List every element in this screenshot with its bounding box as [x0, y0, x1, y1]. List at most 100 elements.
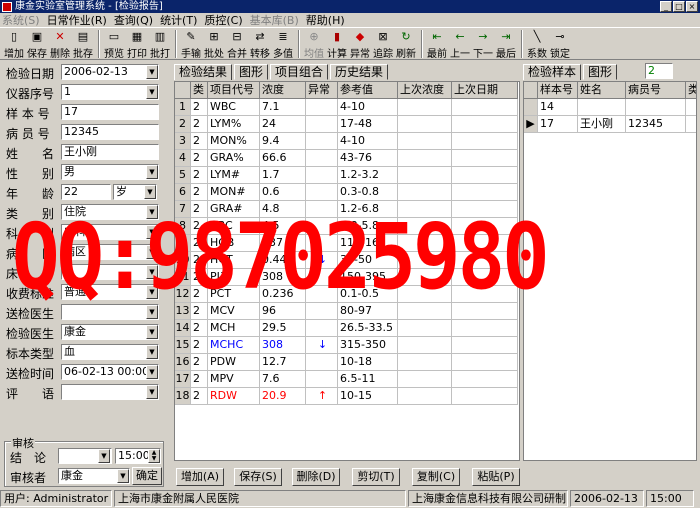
samples-header-cell[interactable]: 姓名 [578, 82, 626, 99]
grid-cell[interactable] [452, 99, 518, 116]
menu-item-3[interactable]: 统计(T) [160, 12, 197, 28]
grid-cell[interactable]: WBC [208, 99, 260, 116]
samples-cell[interactable] [686, 116, 696, 133]
chevron-down-icon[interactable]: ▼ [144, 185, 156, 199]
grid-cell[interactable] [306, 269, 338, 286]
close-button[interactable]: × [686, 1, 698, 12]
grid-cell[interactable]: 26.5-33.5 [338, 320, 398, 337]
grid-cell[interactable] [398, 201, 452, 218]
grid-cell[interactable] [306, 218, 338, 235]
menu-item-2[interactable]: 查询(Q) [114, 12, 153, 28]
grid-cell[interactable] [398, 337, 452, 354]
grid-cell[interactable] [452, 269, 518, 286]
toolbar-button-17[interactable]: ⇤ 最前 [426, 28, 448, 60]
grid-cell[interactable]: 6.5-11 [338, 371, 398, 388]
table-row[interactable]: 3 2 MON% 9.4 4-10 [175, 133, 519, 150]
grid-cell[interactable]: 2 [191, 218, 208, 235]
grid-cell[interactable]: 0.236 [260, 286, 306, 303]
samples-header-cell[interactable]: 样本号 [538, 82, 578, 99]
grid-cell[interactable] [398, 286, 452, 303]
samples-cell[interactable]: 14 [538, 99, 578, 116]
toolbar-button-16[interactable]: ↻ 刷新 [395, 28, 417, 60]
grid-cell[interactable]: 2 [191, 150, 208, 167]
table-row[interactable]: 9 2 HGB 137 110-165 [175, 235, 519, 252]
chevron-down-icon[interactable]: ▼ [146, 265, 158, 279]
grid-cell[interactable]: 0.445 [260, 252, 306, 269]
grid-cell[interactable]: 2 [191, 303, 208, 320]
grid-cell[interactable] [306, 150, 338, 167]
grid-cell[interactable] [306, 167, 338, 184]
toolbar-button-8[interactable]: ⊞ 批处 [203, 28, 225, 60]
grid-cell[interactable]: 2 [191, 116, 208, 133]
grid-cell[interactable] [306, 286, 338, 303]
grid-cell[interactable] [306, 201, 338, 218]
grid-cell[interactable]: PLT [208, 269, 260, 286]
chevron-down-icon[interactable]: ▼ [146, 205, 158, 219]
chevron-down-icon[interactable]: ▼ [146, 165, 158, 179]
toolbar-button-2[interactable]: ✕ 删除 [49, 28, 71, 60]
grid-cell[interactable]: 0.6 [260, 184, 306, 201]
grid-cell[interactable]: 24 [260, 116, 306, 133]
grid-cell[interactable] [398, 388, 452, 405]
grid-cell[interactable]: 2 [191, 201, 208, 218]
grid-cell[interactable] [398, 167, 452, 184]
confirm-button[interactable]: 确定 [132, 467, 162, 485]
grid-cell[interactable]: 2 [191, 133, 208, 150]
grid-cell[interactable]: 2 [191, 235, 208, 252]
date-field[interactable]: 2006-02-13 [61, 64, 159, 80]
samples-cell[interactable]: 17 [538, 116, 578, 133]
grid-cell[interactable]: 2 [191, 354, 208, 371]
grid-cell[interactable]: 80-97 [338, 303, 398, 320]
grid-cell[interactable]: LYM# [208, 167, 260, 184]
table-row[interactable]: 10 2 HCT 0.445 ↓ 35-50 [175, 252, 519, 269]
grid-cell[interactable]: 2 [191, 286, 208, 303]
tab-3[interactable]: 历史结果 [330, 64, 389, 80]
grid-cell[interactable] [452, 116, 518, 133]
toolbar-button-10[interactable]: ⇄ 转移 [249, 28, 271, 60]
samples-cell[interactable] [626, 99, 686, 116]
samples-header-cell[interactable]: 类 [686, 82, 696, 99]
grid-cell[interactable]: 3.8-5.8 [338, 218, 398, 235]
grid-cell[interactable] [452, 167, 518, 184]
grid-cell[interactable] [398, 133, 452, 150]
grid-cell[interactable]: 2 [191, 184, 208, 201]
grid-cell[interactable] [452, 235, 518, 252]
results-grid[interactable]: 类项目代号 浓度 异常 参考值 上次浓度 上次日期 1 2 WBC 7.1 4-10 2 2 LYM% 24… [174, 81, 520, 461]
grid-cell[interactable] [452, 218, 518, 235]
grid-cell[interactable]: HGB [208, 235, 260, 252]
grid-cell[interactable] [306, 354, 338, 371]
grid-cell[interactable]: 137 [260, 235, 306, 252]
grid-cell[interactable] [306, 235, 338, 252]
grid-cell[interactable] [306, 303, 338, 320]
grid-cell[interactable] [398, 303, 452, 320]
bottom-button-0[interactable]: 增加(A) [176, 468, 224, 486]
comment-field[interactable] [61, 384, 159, 400]
toolbar-button-21[interactable]: ╲ 系数 [526, 28, 548, 60]
toolbar-button-20[interactable]: ⇥ 最后 [495, 28, 517, 60]
grid-cell[interactable]: 4.5 [260, 218, 306, 235]
sample-tab-0[interactable]: 检验样本 [523, 64, 582, 80]
grid-cell[interactable]: MON# [208, 184, 260, 201]
grid-cell[interactable] [306, 99, 338, 116]
bottom-button-1[interactable]: 保存(S) [234, 468, 282, 486]
tab-2[interactable]: 项目组合 [270, 64, 329, 80]
chevron-down-icon[interactable]: ▼ [146, 225, 158, 239]
grid-cell[interactable] [452, 388, 518, 405]
chevron-down-icon[interactable]: ▼ [146, 365, 158, 379]
grid-cell[interactable]: MON% [208, 133, 260, 150]
grid-cell[interactable]: PDW [208, 354, 260, 371]
table-row[interactable]: 6 2 MON# 0.6 0.3-0.8 [175, 184, 519, 201]
grid-cell[interactable]: RDW [208, 388, 260, 405]
grid-cell[interactable]: 4.8 [260, 201, 306, 218]
chevron-down-icon[interactable]: ▼ [146, 85, 158, 99]
bottom-button-4[interactable]: 复制(C) [412, 468, 460, 486]
dept-field[interactable]: 内科 [61, 224, 159, 240]
grid-cell[interactable]: 2 [191, 337, 208, 354]
grid-cell[interactable]: ↑ [306, 388, 338, 405]
grid-cell[interactable]: 9.4 [260, 133, 306, 150]
grid-cell[interactable]: 2 [191, 388, 208, 405]
grid-cell[interactable] [306, 184, 338, 201]
grid-cell[interactable]: PCT [208, 286, 260, 303]
time-spinner-icon[interactable]: ▲ ▼ [148, 449, 160, 463]
toolbar-button-22[interactable]: ⊸ 锁定 [549, 28, 571, 60]
